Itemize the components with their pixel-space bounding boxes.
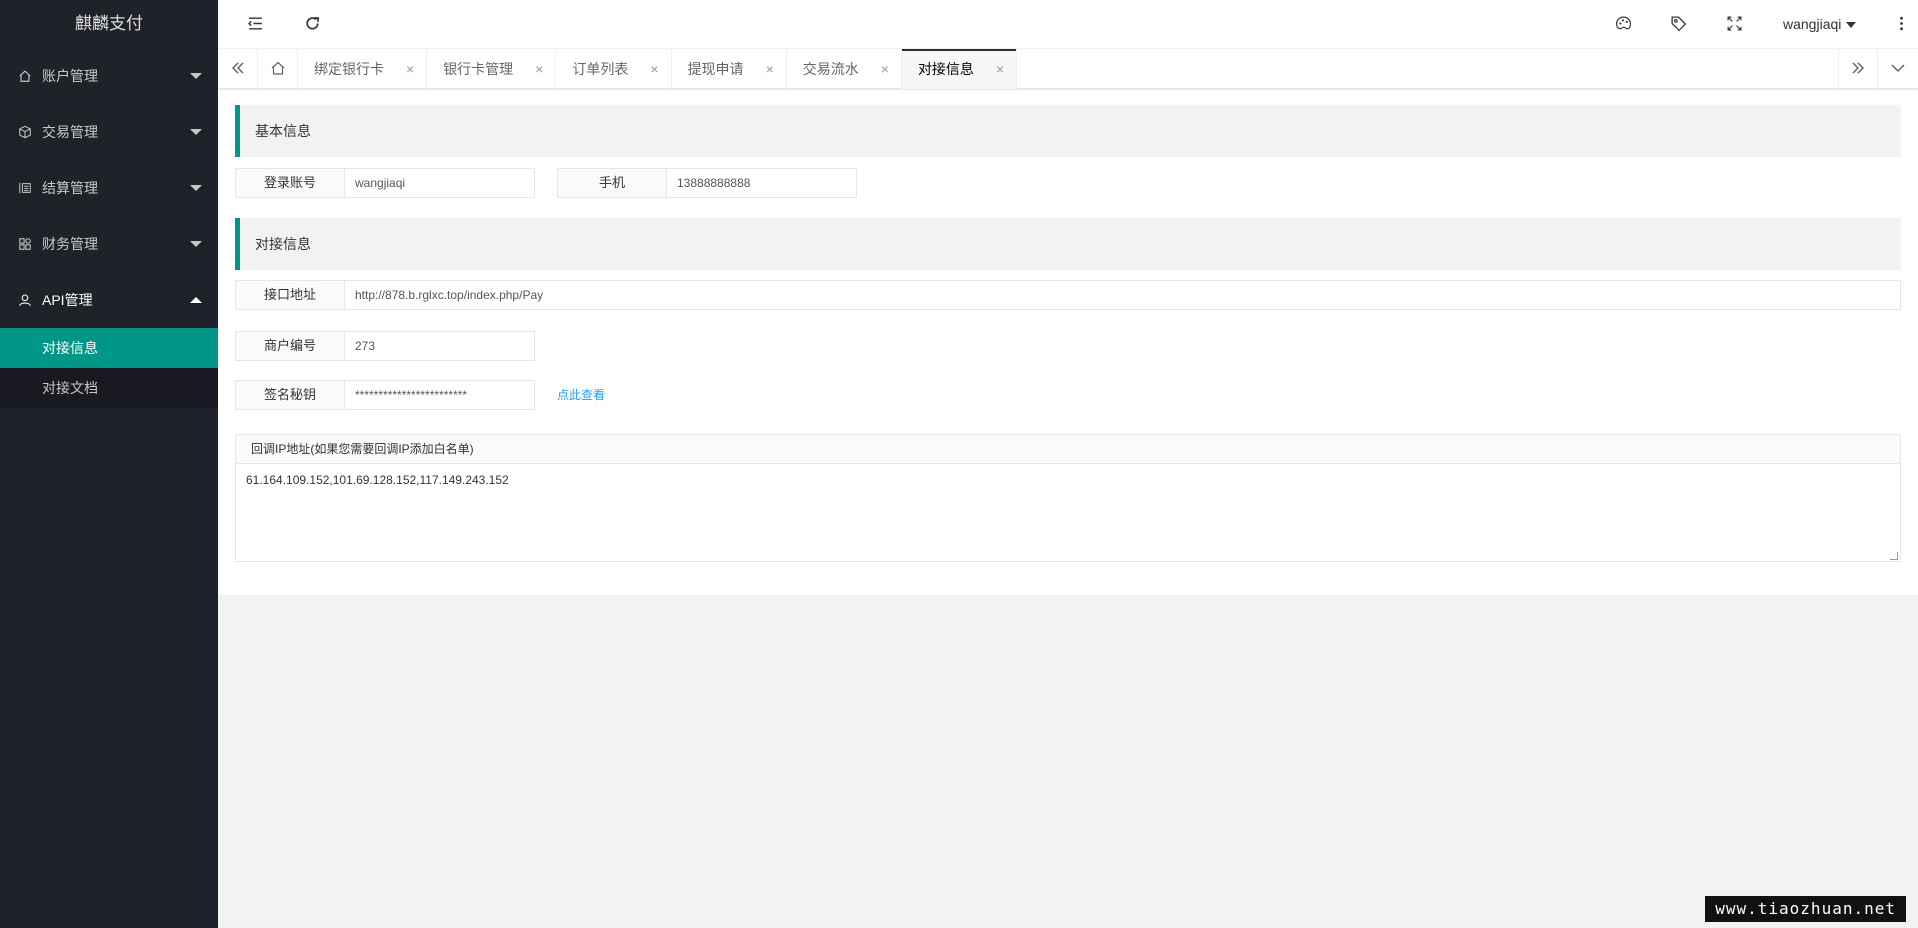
sidebar-subitem-api-info[interactable]: 对接信息 [0,328,218,368]
merchant-label: 商户编号 [235,331,345,361]
secret-field[interactable]: ************************ [345,380,535,410]
double-chevron-right-icon [1850,60,1866,79]
sidebar-item-api[interactable]: API管理 [0,272,218,328]
tab-flow[interactable]: 交易流水 × [787,49,902,89]
resize-handle-icon[interactable] [1890,552,1898,560]
tab-label: 提现申请 [687,61,744,77]
chevron-down-icon [190,73,202,79]
sidebar-item-account[interactable]: 账户管理 [0,48,218,104]
show-secret-link[interactable]: 点此查看 [557,380,605,410]
menu-shrink-button[interactable] [233,0,277,49]
tabs-scroll-left-button[interactable] [218,49,258,89]
tab-bar: 绑定银行卡 × 银行卡管理 × 订单列表 × 提现申请 × 交易流水 × 对接信… [218,49,1918,89]
home-icon [18,69,32,83]
double-chevron-left-icon [230,60,246,79]
sidebar-group-finance: 财务管理 [0,216,218,272]
close-icon[interactable]: × [535,61,543,77]
sidebar-item-label: API管理 [42,292,93,308]
tab-home[interactable] [258,49,298,89]
tag-button[interactable] [1656,0,1700,49]
user-menu[interactable]: wangjiaqi [1783,0,1857,49]
close-icon[interactable]: × [766,61,774,77]
url-label: 接口地址 [235,280,345,310]
callback-ip-textarea[interactable]: 61.164.109.152,101.69.128.152,117.149.24… [236,464,1900,562]
sidebar-item-label: 账户管理 [42,68,98,84]
tabs-menu-button[interactable] [1878,49,1918,89]
theme-icon [1615,15,1632,35]
merchant-field[interactable]: 273 [345,331,535,361]
sidebar-item-finance[interactable]: 财务管理 [0,216,218,272]
tab-label: 对接信息 [917,61,974,77]
chevron-down-icon [190,185,202,191]
tab-orders[interactable]: 订单列表 × [556,49,672,89]
top-header: wangjiaqi [218,0,1918,49]
list-icon [18,181,32,195]
fullscreen-button[interactable] [1712,0,1756,49]
close-icon[interactable]: × [406,61,414,77]
tab-list: 绑定银行卡 × 银行卡管理 × 订单列表 × 提现申请 × 交易流水 × 对接信… [258,49,1018,89]
tab-card-manage[interactable]: 银行卡管理 × [427,49,557,89]
close-icon[interactable]: × [650,61,658,77]
tab-bind-card[interactable]: 绑定银行卡 × [298,49,428,89]
refresh-button[interactable] [290,0,334,49]
sidebar-subitem-api-docs[interactable]: 对接文档 [0,368,218,408]
sidebar-group-account: 账户管理 [0,48,218,104]
phone-field[interactable]: 13888888888 [667,168,857,198]
section-title-api: 对接信息 [235,218,1901,270]
content-card: 基本信息 登录账号 wangjiaqi 手机 13888888888 对接信息 … [218,90,1918,595]
more-icon [1893,15,1910,35]
sidebar-item-trade[interactable]: 交易管理 [0,104,218,160]
close-icon[interactable]: × [881,61,889,77]
login-label: 登录账号 [235,168,345,198]
callback-ip-value: 61.164.109.152,101.69.128.152,117.149.24… [246,473,509,487]
login-field[interactable]: wangjiaqi [345,168,535,198]
chevron-down-icon [190,129,202,135]
sidebar-item-label: 结算管理 [42,180,98,196]
cube-icon [18,125,32,139]
close-icon[interactable]: × [996,61,1004,77]
phone-label: 手机 [557,168,667,198]
sidebar-group-settle: 结算管理 [0,160,218,216]
sidebar-item-label: 财务管理 [42,236,98,252]
refresh-icon [304,15,321,35]
sidebar-item-settle[interactable]: 结算管理 [0,160,218,216]
chevron-down-icon [1890,60,1906,79]
chevron-up-icon [190,297,202,303]
menu-shrink-icon [247,15,264,35]
callback-ip-box: 回调IP地址(如果您需要回调IP添加白名单) 61.164.109.152,10… [235,434,1901,562]
sidebar-group-api: API管理 对接信息 对接文档 [0,272,218,408]
home-icon [270,60,286,79]
tab-label: 银行卡管理 [443,61,514,77]
watermark: www.tiaozhuan.net [1705,896,1906,922]
sidebar-group-trade: 交易管理 [0,104,218,160]
secret-label: 签名秘钥 [235,380,345,410]
tab-api-info[interactable]: 对接信息 × [901,49,1018,89]
chevron-down-icon [1846,22,1857,29]
tab-withdraw[interactable]: 提现申请 × [672,49,787,89]
fullscreen-icon [1726,15,1743,35]
sidebar: 麒麟支付 账户管理 交易管理 结算管理 财务管理 API管理 对接信息 对接文档 [0,0,218,928]
tab-label: 订单列表 [572,61,629,77]
sidebar-item-label: 交易管理 [42,124,98,140]
app-logo: 麒麟支付 [0,0,218,48]
sidebar-submenu-api: 对接信息 对接文档 [0,328,218,408]
url-field[interactable]: http://878.b.rglxc.top/index.php/Pay [345,280,1901,310]
tabs-scroll-right-button[interactable] [1838,49,1878,89]
section-title-basic: 基本信息 [235,105,1901,157]
tab-label: 绑定银行卡 [314,61,384,77]
theme-button[interactable] [1601,0,1645,49]
tab-label: 交易流水 [802,61,859,77]
apps-icon [18,237,32,251]
username: wangjiaqi [1783,16,1842,32]
tag-icon [1670,15,1687,35]
more-button[interactable] [1886,0,1916,49]
chevron-down-icon [190,241,202,247]
callback-ip-label: 回调IP地址(如果您需要回调IP添加白名单) [236,435,1900,464]
user-icon [18,293,32,307]
